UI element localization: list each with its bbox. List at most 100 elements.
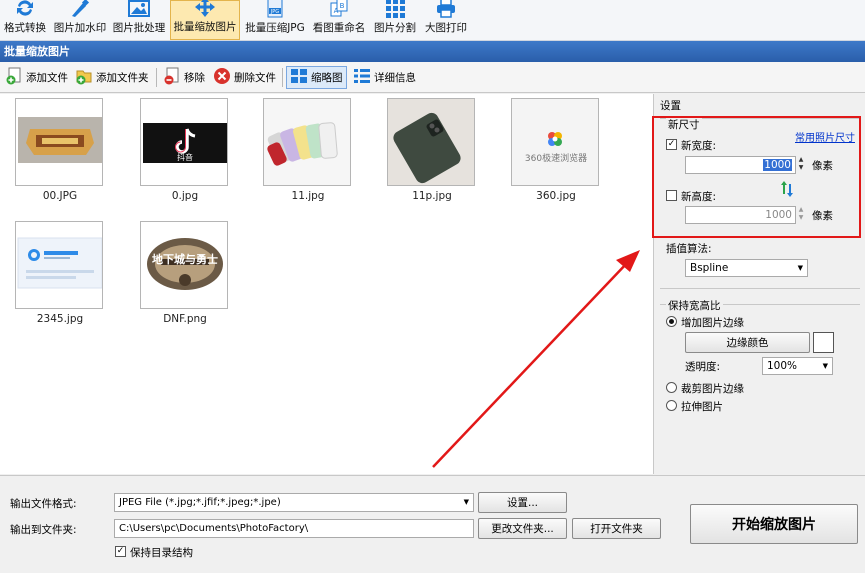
file-thumbnail-image [15, 221, 103, 309]
delete-file-button[interactable]: 删除文件 [210, 66, 279, 89]
print-icon [434, 0, 458, 18]
ribbon-compress-jpg-button[interactable]: JPG 批量压缩JPG [243, 0, 307, 40]
ribbon-format-convert-button[interactable]: 格式转换 [0, 0, 50, 40]
file-thumbnail-item[interactable]: 地下城与勇士 DNF.png [140, 221, 230, 325]
ribbon-rename-button[interactable]: BA 看图重命名 [310, 0, 368, 40]
new-size-group-label: 新尺寸 [666, 117, 702, 132]
opacity-value: 100% [767, 360, 798, 372]
new-height-checkbox[interactable] [666, 190, 677, 201]
details-view-icon [353, 68, 371, 87]
crop-border-label: 裁剪图片边缘 [681, 383, 744, 395]
file-name: 360.jpg [536, 190, 576, 202]
file-name: 00.JPG [42, 190, 78, 202]
output-folder-label: 输出到文件夹: [10, 524, 77, 536]
border-color-button[interactable]: 边缘颜色 [685, 332, 810, 353]
convert-icon [13, 0, 37, 18]
ribbon-label: 批量压缩JPG [245, 22, 305, 34]
watermark-icon [68, 0, 92, 18]
output-options: 输出文件格式: JPEG File (*.jpg;*.jfif;*.jpeg;*… [0, 475, 865, 573]
new-height-label: 新高度: [681, 191, 717, 203]
border-color-swatch[interactable] [813, 332, 834, 353]
resize-icon [193, 0, 217, 17]
ribbon-label: 看图重命名 [312, 22, 366, 34]
toolbar-separator [156, 68, 157, 87]
crop-border-radio[interactable] [666, 382, 677, 393]
ribbon-label: 图片分割 [374, 22, 416, 34]
new-height-input[interactable]: 1000 [685, 206, 796, 224]
opacity-select[interactable]: 100% ▼ [762, 357, 833, 375]
file-thumbnail-item[interactable]: 00.JPG [15, 98, 105, 202]
file-thumbnail-item[interactable]: 11p.jpg [387, 98, 477, 202]
interpolation-select[interactable]: Bspline ▼ [685, 259, 808, 277]
start-resize-button[interactable]: 开始缩放图片 [690, 504, 858, 544]
keep-structure-checkbox[interactable]: ✓ [115, 546, 126, 557]
new-width-input[interactable]: 1000 [685, 156, 796, 174]
group-divider [660, 288, 860, 289]
file-thumbnail-image: 地下城与勇士 [140, 221, 228, 309]
stretch-label: 拉伸图片 [681, 401, 723, 413]
stretch-radio[interactable] [666, 400, 677, 411]
details-view-label: 详细信息 [374, 72, 416, 84]
add-border-label: 增加图片边缘 [681, 317, 744, 329]
delete-file-label: 删除文件 [234, 72, 276, 84]
new-height-spinner[interactable]: ▲ ▼ [796, 206, 806, 224]
output-folder-input[interactable]: C:\Users\pc\Documents\PhotoFactory\ [114, 519, 474, 538]
link-ratio-icon[interactable] [780, 180, 794, 201]
ribbon-label: 图片加水印 [53, 22, 107, 34]
ribbon-resize-button[interactable]: 批量缩放图片 [170, 0, 240, 40]
file-thumbnail-item[interactable]: 360极速浏览器 360.jpg [511, 98, 601, 202]
file-thumbnail-image [387, 98, 475, 186]
details-view-button[interactable]: 详细信息 [350, 66, 419, 89]
browser-360-text: 360极速浏览器 [524, 154, 588, 164]
chevron-down-icon: ▼ [463, 498, 469, 506]
ribbon-watermark-button[interactable]: 图片加水印 [52, 0, 108, 40]
add-file-button[interactable]: 添加文件 [2, 66, 71, 89]
interpolation-value: Bspline [690, 262, 729, 274]
tiktok-text: 抖音 [177, 153, 193, 162]
split-icon [383, 0, 407, 18]
remove-button[interactable]: 移除 [160, 66, 208, 89]
file-name: 0.jpg [171, 190, 199, 202]
new-width-value: 1000 [763, 159, 792, 171]
add-folder-label: 添加文件夹 [96, 72, 149, 84]
file-thumbnail-item[interactable]: 2345.jpg [15, 221, 105, 325]
file-thumbnail-list: 00.JPG 抖音 0.jpg 11.jpg 11p.jpg 360极速浏览器 … [0, 94, 654, 474]
height-unit-label: 像素 [812, 210, 833, 222]
add-folder-button[interactable]: 添加文件夹 [72, 66, 152, 89]
toolbar-separator [282, 68, 283, 87]
common-photo-sizes-link[interactable]: 常用照片尺寸 [795, 129, 855, 144]
change-folder-button[interactable]: 更改文件夹... [478, 518, 567, 539]
file-name: DNF.png [163, 313, 207, 325]
add-border-radio[interactable] [666, 316, 677, 327]
file-thumbnail-item[interactable]: 抖音 0.jpg [140, 98, 230, 202]
settings-panel: 设置 新尺寸 常用照片尺寸 ✓ 新宽度: 1000 ▲ ▼ 像素 新高度: 100… [655, 94, 865, 474]
add-file-label: 添加文件 [26, 72, 68, 84]
file-thumbnail-image [263, 98, 351, 186]
ribbon-split-button[interactable]: 图片分割 [371, 0, 419, 40]
ribbon-label: 图片批处理 [112, 22, 166, 34]
ribbon-label: 批量缩放图片 [173, 21, 237, 33]
batch-process-icon [127, 0, 151, 18]
chevron-down-icon: ▼ [822, 362, 828, 370]
file-thumbnail-item[interactable]: 11.jpg [263, 98, 353, 202]
remove-label: 移除 [184, 72, 205, 84]
ribbon-print-button[interactable]: 大图打印 [421, 0, 471, 40]
open-folder-button[interactable]: 打开文件夹 [572, 518, 661, 539]
panel-title: 批量缩放图片 [0, 41, 865, 62]
file-name: 2345.jpg [36, 313, 84, 325]
add-folder-icon [75, 67, 93, 88]
thumbnail-view-icon [290, 68, 308, 87]
compress-jpg-icon: JPG [263, 0, 287, 18]
ribbon-batch-process-button[interactable]: 图片批处理 [111, 0, 167, 40]
format-settings-button[interactable]: 设置... [478, 492, 567, 513]
file-toolbar: 添加文件 添加文件夹 移除 删除文件 缩略图 详细信息 [0, 62, 865, 93]
output-format-select[interactable]: JPEG File (*.jpg;*.jfif;*.jpeg;*.jpe) ▼ [114, 493, 474, 512]
file-thumbnail-image [15, 98, 103, 186]
new-width-spinner[interactable]: ▲ ▼ [796, 156, 806, 174]
thumbnail-view-button[interactable]: 缩略图 [286, 66, 347, 89]
delete-icon [213, 67, 231, 88]
new-width-checkbox[interactable]: ✓ [666, 139, 677, 150]
ribbon-toolbar: 格式转换 图片加水印 图片批处理 批量缩放图片 JPG 批量压缩JPG BA 看… [0, 0, 865, 41]
width-unit-label: 像素 [812, 160, 833, 172]
file-thumbnail-image: 360极速浏览器 [511, 98, 599, 186]
